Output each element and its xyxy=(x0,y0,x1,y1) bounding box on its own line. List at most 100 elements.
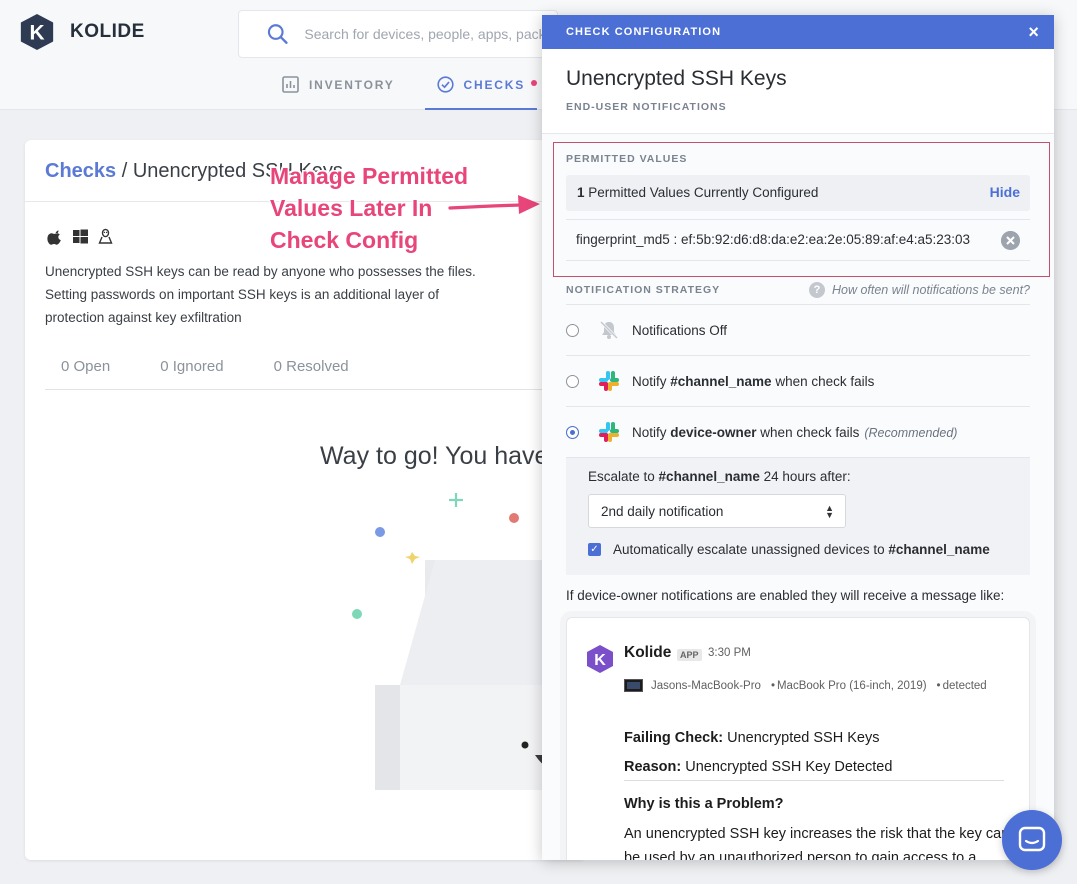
tab-open[interactable]: 0 Open xyxy=(45,348,126,389)
why-problem-heading: Why is this a Problem? xyxy=(624,796,784,812)
escalation-channel: #channel_name xyxy=(658,469,760,484)
reason-label: Reason: xyxy=(624,759,682,775)
slack-icon xyxy=(599,422,619,442)
permitted-values-label: PERMITTED VALUES xyxy=(566,153,688,165)
hide-button[interactable]: Hide xyxy=(990,184,1020,200)
option-text-bold: #channel_name xyxy=(670,373,772,389)
option-text-post: when check fails xyxy=(756,424,860,440)
remove-value-icon[interactable] xyxy=(1001,231,1020,250)
option-text: Notifications Off xyxy=(632,322,728,338)
escalation-panel: Escalate to #channel_name 24 hours after… xyxy=(566,457,1030,575)
svg-text:K: K xyxy=(594,652,606,669)
slack-icon xyxy=(599,371,619,391)
main-nav: INVENTORY CHECKS xyxy=(270,70,555,110)
escalation-select-value: 2nd daily notification xyxy=(601,504,724,519)
tab-checks[interactable]: CHECKS xyxy=(424,70,538,110)
chat-launcher-button[interactable] xyxy=(1002,810,1062,870)
auto-escalate-label: Automatically escalate unassigned device… xyxy=(613,542,990,557)
divider xyxy=(624,780,1004,781)
slack-message-preview: K Kolide APP 3:30 PM Jasons-MacBook-Pro … xyxy=(566,617,1030,860)
help-icon: ? xyxy=(808,282,825,298)
escalation-text-pre: Escalate to xyxy=(588,469,659,484)
auto-escalate-channel: #channel_name xyxy=(888,542,990,557)
kolide-avatar-icon: K xyxy=(587,645,613,673)
bullet: • xyxy=(936,679,941,692)
permitted-value-row: fingerprint_md5 : ef:5b:92:d6:d8:da:e2:e… xyxy=(566,219,1030,261)
option-text-bold: device-owner xyxy=(670,424,757,440)
apple-icon xyxy=(47,230,61,245)
modal-subtitle: END-USER NOTIFICATIONS xyxy=(566,101,727,113)
checkbox-checked-icon[interactable]: ✓ xyxy=(588,543,601,556)
option-text-pre: Notify xyxy=(632,373,671,389)
inventory-icon xyxy=(282,76,299,93)
failing-check-value: Unencrypted SSH Keys xyxy=(727,730,880,746)
radio-notify-device-owner[interactable] xyxy=(566,425,579,439)
device-model: MacBook Pro (16-inch, 2019) xyxy=(776,679,927,692)
option-label: Notify device-owner when check fails (Rec… xyxy=(632,425,957,440)
slack-sender: Kolide xyxy=(624,644,672,661)
escalation-text-post: 24 hours after: xyxy=(759,469,851,484)
linux-icon xyxy=(98,228,113,244)
svg-text:K: K xyxy=(29,22,44,45)
permitted-values-summary: 1 Permitted Values Currently Configured … xyxy=(566,175,1030,211)
option-label: Notifications Off xyxy=(632,323,727,338)
notification-help-text: How often will notifications be sent? xyxy=(831,283,1030,297)
option-notify-device-owner[interactable]: Notify device-owner when check fails (Rec… xyxy=(566,406,1030,457)
check-configuration-modal: CHECK CONFIGURATION × Unencrypted SSH Ke… xyxy=(542,15,1054,860)
select-arrows-icon: ▲ ▼ xyxy=(825,503,834,520)
close-icon[interactable]: × xyxy=(1028,22,1040,43)
windows-icon xyxy=(73,229,88,244)
checks-icon xyxy=(436,76,454,93)
option-notifications-off[interactable]: Notifications Off xyxy=(566,304,1030,355)
tab-checks-label: CHECKS xyxy=(463,78,526,92)
notification-strategy-label: NOTIFICATION STRATEGY xyxy=(566,284,721,296)
breadcrumb-checks-link[interactable]: Checks xyxy=(45,160,116,182)
search-icon xyxy=(267,24,288,44)
modal-title: Unencrypted SSH Keys xyxy=(566,67,787,90)
permitted-value-text: fingerprint_md5 : ef:5b:92:d6:d8:da:e2:e… xyxy=(576,232,971,247)
auto-escalate-checkbox[interactable]: ✓ Automatically escalate unassigned devi… xyxy=(588,542,990,557)
search-input[interactable] xyxy=(304,26,557,42)
option-text-pre: Notify xyxy=(632,424,671,440)
app-badge: APP xyxy=(677,649,702,661)
radio-notify-channel[interactable] xyxy=(566,374,579,388)
option-notify-channel[interactable]: Notify #channel_name when check fails xyxy=(566,355,1030,406)
escalation-text: Escalate to #channel_name 24 hours after… xyxy=(588,469,851,484)
option-text-post: when check fails xyxy=(771,373,875,389)
message-preview-intro: If device-owner notifications are enable… xyxy=(566,588,1005,603)
check-description: Unencrypted SSH keys can be read by anyo… xyxy=(45,264,476,325)
auto-escalate-text: Automatically escalate unassigned device… xyxy=(613,542,889,557)
radio-notifications-off[interactable] xyxy=(566,323,579,337)
platform-icons xyxy=(47,228,114,245)
modal-header: CHECK CONFIGURATION × xyxy=(542,15,1054,49)
device-status: detected xyxy=(942,679,987,692)
reason-value: Unencrypted SSH Key Detected xyxy=(685,759,893,775)
device-line: Jasons-MacBook-Pro • MacBook Pro (16-inch… xyxy=(624,679,987,692)
permitted-values-count-text: Permitted Values Currently Configured xyxy=(588,185,819,200)
failing-check-label: Failing Check: xyxy=(624,730,724,746)
permitted-values-count: 1 xyxy=(577,185,585,200)
tab-ignored[interactable]: 0 Ignored xyxy=(144,348,239,389)
permitted-values-section: PERMITTED VALUES 1 Permitted Values Curr… xyxy=(553,142,1050,277)
modal-header-label: CHECK CONFIGURATION xyxy=(566,26,722,38)
chat-icon xyxy=(1018,826,1046,852)
kolide-logo[interactable]: K KOLIDE xyxy=(18,13,145,51)
notification-help-link[interactable]: ? How often will notifications be sent? xyxy=(808,282,1030,298)
tab-inventory[interactable]: INVENTORY xyxy=(270,70,407,110)
failing-check-line: Failing Check: Unencrypted SSH Keys xyxy=(624,730,879,746)
search-bar[interactable] xyxy=(238,10,558,58)
recommended-tag: (Recommended) xyxy=(864,425,958,440)
logo-text: KOLIDE xyxy=(70,21,145,42)
breadcrumb-separator: / xyxy=(116,160,133,182)
device-name: Jasons-MacBook-Pro xyxy=(651,679,761,692)
bullet: • xyxy=(770,679,775,692)
bell-off-icon xyxy=(599,320,619,340)
escalation-select[interactable]: 2nd daily notification ▲ ▼ xyxy=(588,494,846,528)
reason-line: Reason: Unencrypted SSH Key Detected xyxy=(624,759,892,775)
tab-resolved[interactable]: 0 Resolved xyxy=(258,348,365,389)
why-problem-body: An unencrypted SSH key increases the ris… xyxy=(624,826,1010,860)
slack-time: 3:30 PM xyxy=(708,647,751,659)
option-label: Notify #channel_name when check fails xyxy=(632,374,874,389)
kolide-logo-icon: K xyxy=(20,13,54,51)
modal-body: PERMITTED VALUES 1 Permitted Values Curr… xyxy=(542,133,1054,860)
